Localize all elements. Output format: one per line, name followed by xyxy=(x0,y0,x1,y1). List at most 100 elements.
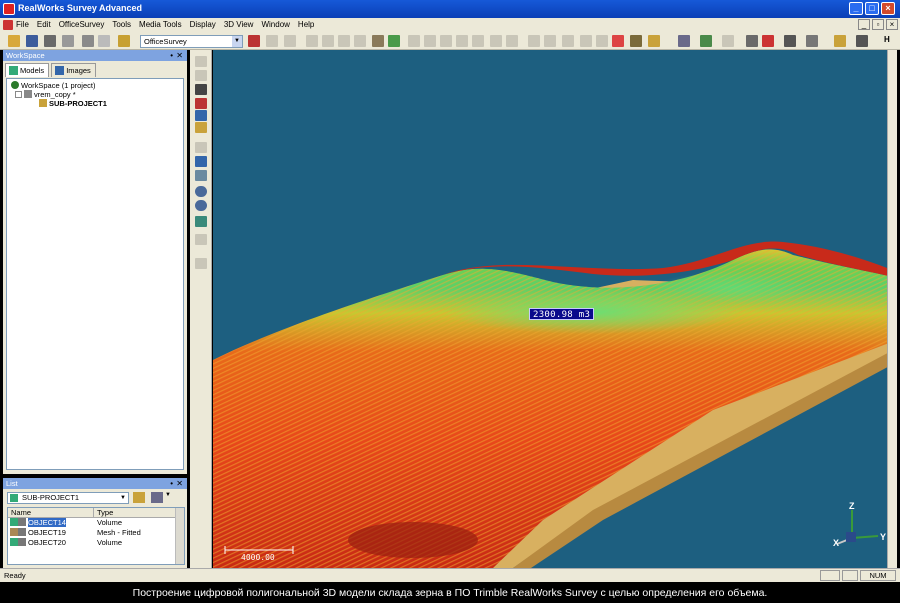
section-3-icon[interactable] xyxy=(456,35,468,47)
folder-icon[interactable] xyxy=(133,492,145,503)
select-icon[interactable] xyxy=(195,56,207,67)
delete-icon[interactable] xyxy=(195,70,207,81)
tree-project[interactable]: vrem_copy * xyxy=(15,90,76,99)
pan-icon[interactable] xyxy=(195,156,207,167)
menu-officesurvey[interactable]: OfficeSurvey xyxy=(59,20,105,29)
close-icon[interactable]: ✕ xyxy=(176,478,183,489)
texture-icon[interactable] xyxy=(630,35,642,47)
image-icon[interactable] xyxy=(700,35,712,47)
zoom-box-icon[interactable] xyxy=(195,122,207,133)
view-icon[interactable] xyxy=(784,35,796,47)
maximize-button[interactable]: □ xyxy=(865,2,879,15)
modeling-4-icon[interactable] xyxy=(596,35,608,47)
camera-icon[interactable] xyxy=(612,35,624,47)
zoom-in-icon[interactable] xyxy=(195,186,207,197)
3d-viewport[interactable]: 2300.98 m3 4000.00 Z Y X xyxy=(213,50,897,568)
lock-icon[interactable] xyxy=(195,84,207,95)
eye-icon[interactable] xyxy=(746,35,758,47)
cut-icon[interactable] xyxy=(195,98,207,109)
col-type[interactable]: Type xyxy=(94,508,176,517)
menu-3d-view[interactable]: 3D View xyxy=(224,20,254,29)
cloud-3-icon[interactable] xyxy=(338,35,350,47)
help-icon[interactable]: H xyxy=(884,35,896,47)
menu-edit[interactable]: Edit xyxy=(37,20,51,29)
list-view-icon[interactable] xyxy=(151,492,163,503)
previous-view-icon[interactable] xyxy=(195,234,207,245)
collapse-icon[interactable] xyxy=(15,91,22,98)
viewport-scrollbar[interactable] xyxy=(887,50,897,568)
section-4-icon[interactable] xyxy=(472,35,484,47)
measure-icon[interactable] xyxy=(266,35,278,47)
chevron-down-icon[interactable]: ▼ xyxy=(165,492,171,498)
cloud-icon[interactable] xyxy=(306,35,318,47)
pick-icon[interactable] xyxy=(248,35,260,47)
gear-icon[interactable] xyxy=(528,35,540,47)
table-row[interactable]: OBJECT19 Mesh - Fitted xyxy=(8,528,184,538)
close-icon[interactable]: ✕ xyxy=(176,50,183,61)
zoom-extents-icon[interactable] xyxy=(195,170,207,181)
mdi-restore-button[interactable]: ▫ xyxy=(872,19,884,30)
redo-icon[interactable] xyxy=(98,35,110,47)
segment-icon[interactable] xyxy=(284,35,296,47)
visibility-icon[interactable] xyxy=(18,528,26,536)
cloud-2-icon[interactable] xyxy=(322,35,334,47)
minimize-button[interactable]: _ xyxy=(849,2,863,15)
visibility-icon[interactable] xyxy=(18,518,26,526)
table-row[interactable]: OBJECT14 Volume xyxy=(8,518,184,528)
menu-media-tools[interactable]: Media Tools xyxy=(139,20,182,29)
section-2-icon[interactable] xyxy=(440,35,452,47)
print-icon[interactable] xyxy=(44,35,56,47)
section-icon[interactable] xyxy=(424,35,436,47)
list-project-combo[interactable]: SUB-PROJECT1 ▼ xyxy=(7,492,129,504)
menu-help[interactable]: Help xyxy=(298,20,314,29)
render-icon[interactable] xyxy=(762,35,774,47)
layer-icon[interactable] xyxy=(834,35,846,47)
navigate-icon[interactable] xyxy=(806,35,818,47)
pin-icon[interactable]: • xyxy=(170,50,173,61)
list-scrollbar[interactable] xyxy=(175,508,184,564)
tree-root[interactable]: WorkSpace (1 project) xyxy=(11,81,95,90)
menu-display[interactable]: Display xyxy=(190,20,216,29)
print-preview-icon[interactable] xyxy=(62,35,74,47)
table-row[interactable]: OBJECT20 Volume xyxy=(8,538,184,548)
menu-file[interactable]: File xyxy=(16,20,29,29)
survey-icon[interactable] xyxy=(372,35,384,47)
modeling-2-icon[interactable] xyxy=(562,35,574,47)
box-icon[interactable] xyxy=(195,110,207,121)
menu-window[interactable]: Window xyxy=(261,20,289,29)
view-cube-icon[interactable] xyxy=(195,216,207,227)
tool-icon[interactable] xyxy=(118,35,130,47)
rotate-icon[interactable] xyxy=(195,142,207,153)
document-icon[interactable] xyxy=(3,20,13,30)
project-icon xyxy=(24,90,32,98)
undo-icon[interactable] xyxy=(82,35,94,47)
point-icon[interactable] xyxy=(722,35,734,47)
col-name[interactable]: Name xyxy=(8,508,94,517)
station-icon[interactable] xyxy=(678,35,690,47)
check-icon[interactable] xyxy=(388,35,400,47)
pin-icon[interactable]: • xyxy=(170,478,173,489)
modeling-icon[interactable] xyxy=(544,35,556,47)
ruler-icon[interactable] xyxy=(648,35,660,47)
tab-models[interactable]: Models xyxy=(5,63,50,77)
mdi-minimize-button[interactable]: _ xyxy=(858,19,870,30)
arrow-2-icon[interactable] xyxy=(506,35,518,47)
arrow-icon[interactable] xyxy=(490,35,502,47)
mdi-close-button[interactable]: × xyxy=(886,19,898,30)
chevron-down-icon[interactable]: ▼ xyxy=(232,36,242,47)
orbit-icon[interactable] xyxy=(195,258,207,269)
close-button[interactable]: × xyxy=(881,2,895,15)
mode-combo[interactable]: OfficeSurvey ▼ xyxy=(140,35,243,48)
zoom-out-icon[interactable] xyxy=(195,200,207,211)
tab-images[interactable]: Images xyxy=(51,63,96,77)
plane-icon[interactable] xyxy=(408,35,420,47)
menu-tools[interactable]: Tools xyxy=(112,20,131,29)
save-icon[interactable] xyxy=(26,35,38,47)
properties-icon[interactable] xyxy=(856,35,868,47)
modeling-3-icon[interactable] xyxy=(580,35,592,47)
fit-icon[interactable] xyxy=(354,35,366,47)
visibility-icon[interactable] xyxy=(18,538,26,546)
tree-subproject[interactable]: SUB-PROJECT1 xyxy=(39,99,107,108)
open-icon[interactable] xyxy=(8,35,20,47)
chevron-down-icon[interactable]: ▼ xyxy=(120,493,126,503)
